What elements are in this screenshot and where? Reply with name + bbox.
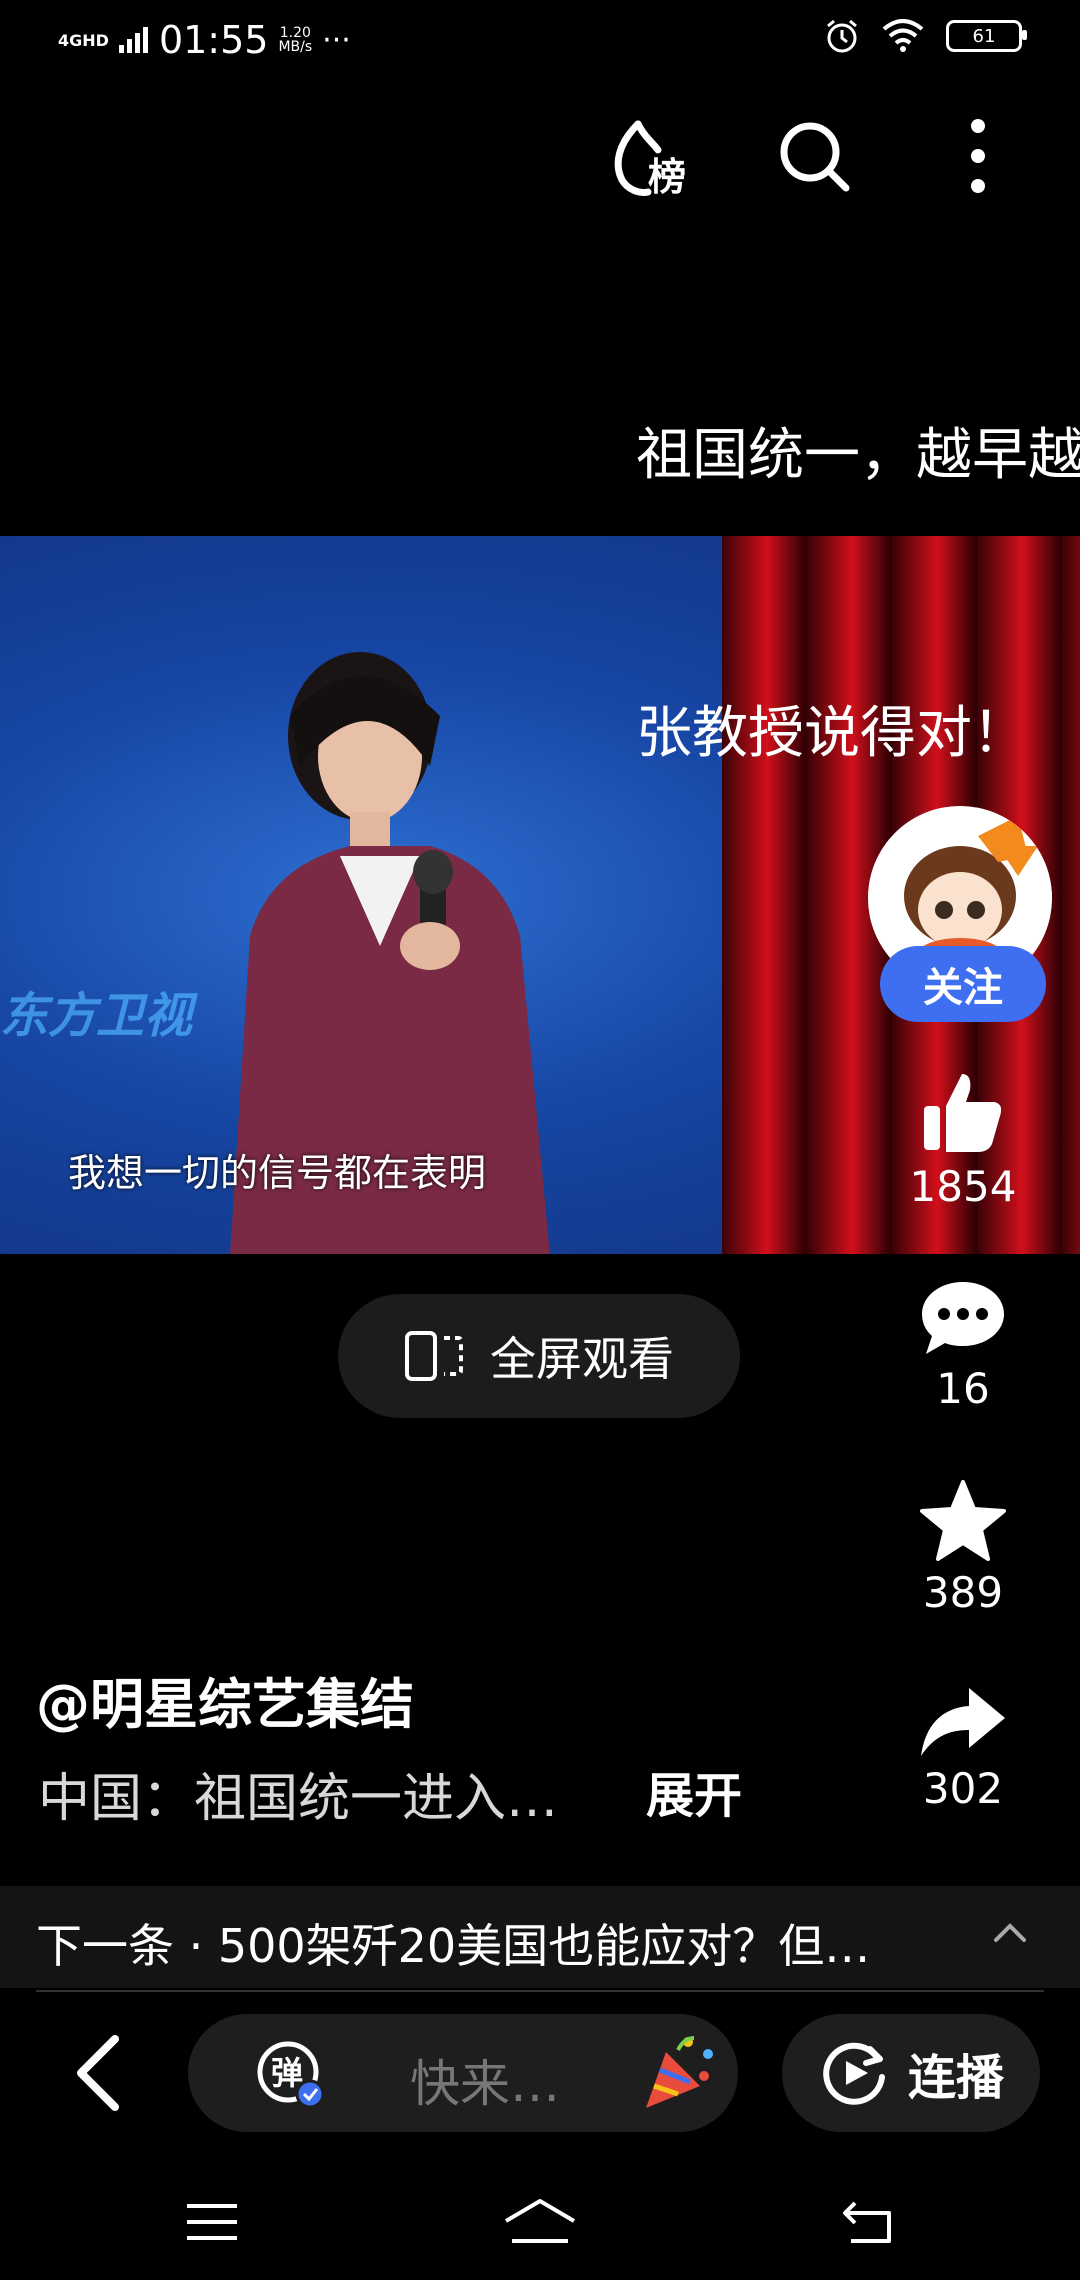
- party-popper-icon[interactable]: [638, 2032, 720, 2114]
- danmaku-line: 祖国统一，越早越: [636, 423, 1080, 488]
- post-description: 中国：祖国统一进入…: [38, 1769, 559, 1829]
- divider: [36, 1990, 1044, 1992]
- like-count: 1854: [909, 1162, 1017, 1211]
- next-video-bar[interactable]: 下一条 · 500架歼20美国也能应对？但…: [0, 1886, 1080, 1988]
- chevron-left-icon: [77, 2035, 119, 2111]
- more-button[interactable]: [932, 110, 1024, 202]
- back-arrow-icon: [843, 2201, 891, 2243]
- comment-bubble-icon: [922, 1282, 1004, 1354]
- menu-icon: [187, 2204, 237, 2240]
- recent-apps-button[interactable]: [172, 2192, 252, 2252]
- clock: 01:55: [158, 18, 269, 62]
- follow-button[interactable]: 关注: [880, 946, 1046, 1022]
- speed-value: 1.20: [279, 25, 311, 41]
- autoplay-label: 连播: [907, 2050, 1004, 2106]
- comment-count: 16: [936, 1364, 990, 1413]
- status-right: 61: [824, 18, 1027, 54]
- ranking-label: 榜: [648, 155, 686, 198]
- fullscreen-button[interactable]: 全屏观看: [338, 1294, 740, 1418]
- signal-icon: [118, 27, 148, 53]
- comment-action[interactable]: 16: [888, 1278, 1038, 1413]
- share-arrow-icon: [921, 1688, 1005, 1756]
- next-video-title: 下一条 · 500架歼20美国也能应对？但…: [36, 1919, 871, 1973]
- favorite-count: 389: [922, 1568, 1004, 1617]
- autoplay-button[interactable]: 连播: [782, 2014, 1040, 2132]
- more-status: ···: [322, 22, 351, 58]
- home-icon: [504, 2199, 576, 2243]
- battery-icon: 61: [946, 20, 1027, 52]
- search-button[interactable]: [768, 110, 860, 202]
- replay-icon: [823, 2042, 885, 2105]
- star-icon: [920, 1480, 1006, 1561]
- danmaku-line: 张教授说得对！: [636, 701, 1028, 766]
- chevron-up-icon: [994, 1923, 1026, 1942]
- thumbs-up-icon: [924, 1074, 1002, 1152]
- network-speed: 1.20 MB/s: [278, 26, 312, 54]
- back-button[interactable]: [58, 2030, 138, 2116]
- comment-bar[interactable]: 弹 快来…: [188, 2014, 738, 2132]
- channel-logo: 东方卫视: [0, 988, 193, 1044]
- share-count: 302: [922, 1764, 1004, 1813]
- speed-unit: MB/s: [278, 39, 313, 55]
- network-indicator: 4GHD: [58, 30, 109, 50]
- like-action[interactable]: 1854: [888, 1070, 1038, 1211]
- author-avatar-group: 关注: [868, 806, 1058, 1026]
- ranking-button[interactable]: 榜: [604, 110, 696, 202]
- video-subtitle: 我想一切的信号都在表明: [68, 1151, 487, 1195]
- search-icon: [780, 122, 850, 192]
- danmaku-toggle-button[interactable]: 弹: [256, 2040, 325, 2109]
- wifi-icon: [882, 19, 924, 52]
- comment-placeholder: 快来…: [410, 2055, 560, 2113]
- expand-button[interactable]: 展开: [646, 1756, 742, 1826]
- home-button[interactable]: [500, 2192, 580, 2252]
- system-nav-bar: [0, 2170, 1080, 2280]
- author-name[interactable]: @明星综艺集结: [36, 1660, 414, 1739]
- more-vertical-icon: [971, 119, 985, 193]
- status-bar: 4GHD 01:55 1.20 MB/s ··· 61: [0, 0, 1080, 80]
- fullscreen-label: 全屏观看: [490, 1332, 674, 1386]
- danmaku-icon: 弹: [257, 2041, 325, 2109]
- alarm-icon: [827, 19, 857, 53]
- share-action[interactable]: 302: [888, 1686, 1038, 1813]
- rotate-screen-icon: [405, 1331, 463, 1381]
- top-actions: 榜: [604, 110, 1024, 202]
- flame-icon: 榜: [614, 120, 686, 198]
- battery-level: 61: [972, 25, 996, 47]
- status-left: 4GHD 01:55 1.20 MB/s ···: [58, 18, 351, 62]
- favorite-action[interactable]: 389: [888, 1480, 1038, 1617]
- system-back-button[interactable]: [828, 2192, 908, 2252]
